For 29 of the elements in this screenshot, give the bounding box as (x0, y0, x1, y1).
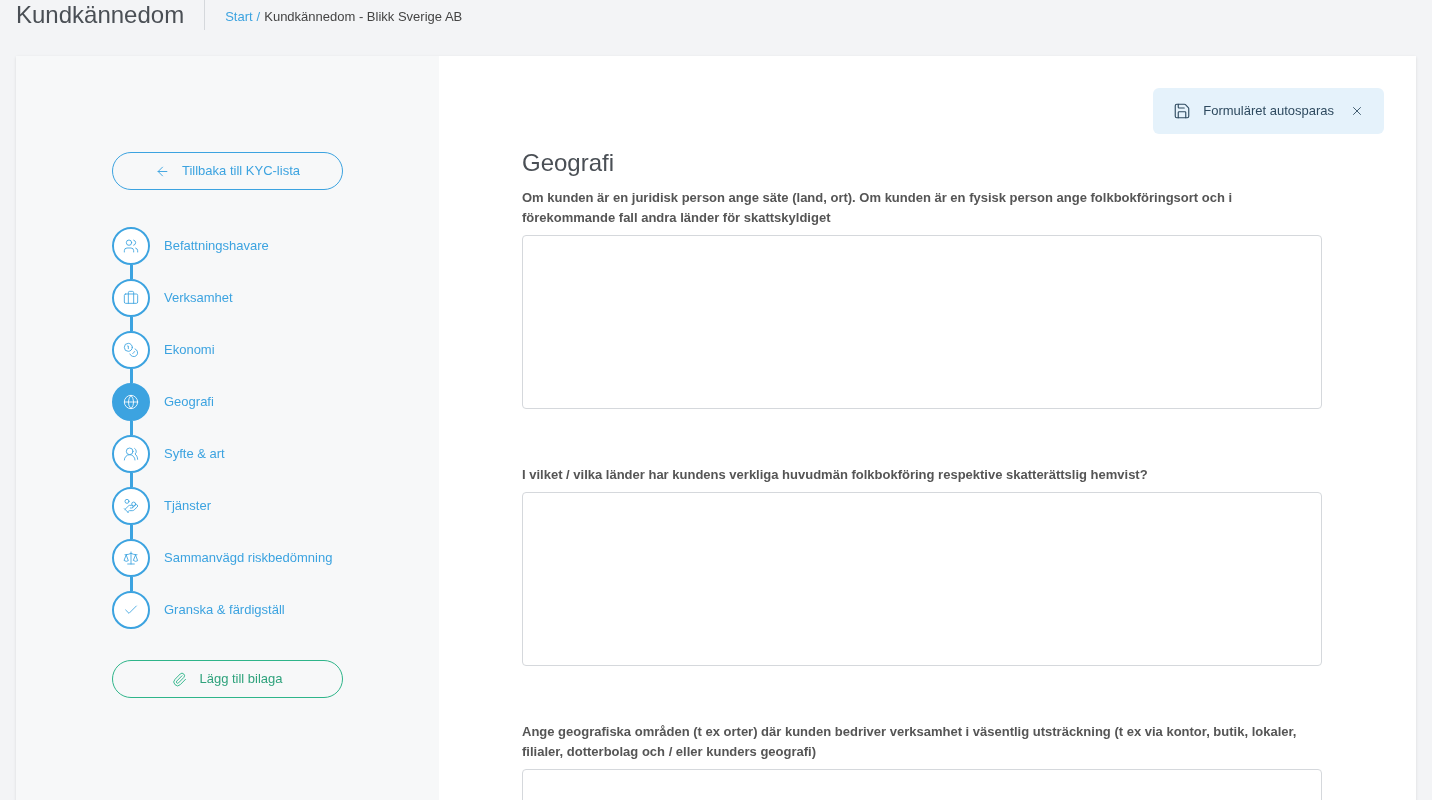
coins-icon (123, 342, 139, 358)
step-label[interactable]: Geografi (164, 392, 214, 412)
globe-icon (123, 394, 139, 410)
question-label: Om kunden är en juridisk person ange säte (land, ort). Om kunden är en fysisk person ange folkbokföringsort och i förekommande fall andra länder för skattskyldiget (522, 189, 1234, 227)
breadcrumb-link[interactable]: Start (225, 7, 253, 27)
people-icon (123, 238, 139, 254)
save-icon (1173, 102, 1192, 120)
answer-field[interactable] (522, 492, 1322, 666)
step-label[interactable]: Sammanvägd riskbedömning (164, 548, 333, 568)
step-label[interactable]: Syfte & art (164, 444, 225, 464)
step-label[interactable]: Ekonomi (164, 340, 215, 360)
autosave-text: Formuläret autosparas (1203, 102, 1334, 121)
question-label: I vilket / vilka länder har kundens verkliga huvudmän folkbokföring respektive skatterättslig hemvist? (522, 466, 1149, 484)
answer-field[interactable] (522, 235, 1322, 409)
step-label[interactable]: Tjänster (164, 496, 211, 516)
briefcase-icon (123, 290, 139, 306)
step-label[interactable]: Granska & färdigställ (164, 600, 285, 620)
scale-icon (123, 550, 139, 566)
question-label: Ange geografiska områden (t ex orter) där kunden bedriver verksamhet i väsentlig utsträckning (t ex via kontor, butik, lokaler, filialer, dotterbolag och / eller kunders geografi) (522, 723, 1298, 761)
form-title: Geografi (522, 148, 616, 178)
step-label[interactable]: Befattningshavare (164, 236, 269, 256)
close-icon[interactable] (1350, 104, 1364, 118)
two-people-icon (123, 446, 139, 462)
breadcrumb-separator: / (256, 8, 261, 27)
step-label[interactable]: Verksamhet (164, 288, 233, 308)
paperclip-icon (172, 671, 188, 687)
hand-coins-icon (123, 498, 139, 514)
page-title: Kundkännedom (16, 0, 206, 30)
breadcrumb-current: Kundkännedom - Blikk Sverige AB (264, 8, 463, 27)
